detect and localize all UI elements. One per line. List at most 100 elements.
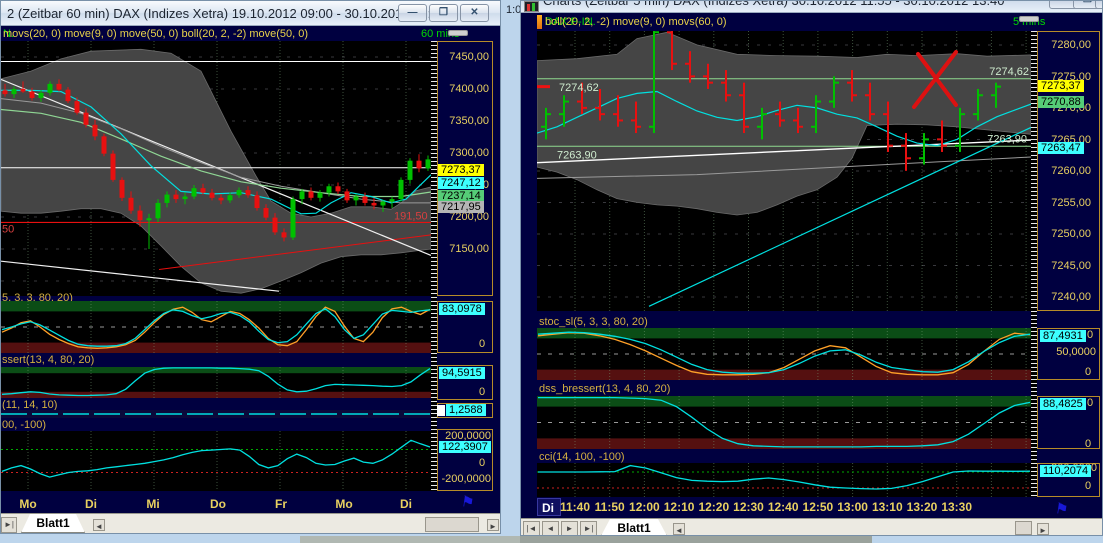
axis-top-fragment: 0 (1087, 329, 1094, 341)
window-chart-icon (524, 1, 539, 12)
price-marker-yellow: 7273,37 (1038, 80, 1084, 92)
axis-mid: 50,0000 (1056, 346, 1096, 358)
minimize-button[interactable]: — (398, 4, 427, 22)
svg-text:191,50: 191,50 (394, 210, 428, 222)
active-chart-marker (537, 15, 542, 29)
sheet-tab-blatt1[interactable]: Blatt1 (601, 519, 667, 536)
left-tab-bar: ►| Blatt1 ◄ ► (1, 513, 500, 533)
time-axis-label: 13:20 (906, 500, 938, 514)
right-window-title: Charts (Zeitbar 5 min) DAX (Indizes Xetr… (543, 0, 1005, 8)
day-axis-label: Mi (146, 497, 160, 511)
h-scrollbar-thumb[interactable] (425, 517, 479, 532)
mini-scroll-thumb[interactable] (1019, 16, 1039, 22)
axis-bottom: 0 (1085, 366, 1092, 378)
close-button[interactable]: ✕ (460, 4, 489, 22)
svg-text:7263,90: 7263,90 (557, 149, 597, 161)
price-axis-label: 7350,00 (449, 115, 489, 127)
time-axis-label: 11:40 (559, 500, 591, 514)
pane-label-cci: cci(14, 100, -100) (539, 451, 625, 463)
price-axis-label: 7450,00 (449, 51, 489, 63)
time-axis-label: 12:00 (629, 500, 660, 514)
axis-top-fragment: 0 (1087, 397, 1094, 409)
pin-icon[interactable]: ⚑ (1054, 499, 1070, 519)
price-marker-cyan: 7247,12 (438, 177, 484, 189)
time-axis-label: 12:40 (767, 500, 799, 514)
day-axis-label: Mo (335, 497, 353, 511)
pane-label-dss: ssert(13, 4, 80, 20) (2, 354, 95, 366)
time-axis-label: 12:30 (733, 500, 764, 514)
price-axis-label: 7300,00 (449, 147, 489, 159)
time-axis-label: 13:10 (871, 500, 903, 514)
right-stoc-plot[interactable] (537, 328, 1031, 380)
restore-button[interactable]: ❐ (429, 4, 458, 22)
right-tab-bar: |◄ ◄ ► ►| Blatt1 ◄ ► (521, 518, 1102, 536)
left-stoc-plot[interactable] (1, 301, 431, 353)
scroll-right-button[interactable]: ► (487, 519, 499, 531)
close-button[interactable]: ✕ (1095, 1, 1102, 9)
day-axis-label: Do (210, 497, 226, 511)
left-dss-plot[interactable] (1, 367, 431, 398)
price-axis-label: 7245,00 (1051, 259, 1091, 272)
day-axis-label: Di (85, 497, 97, 511)
right-chart-window: Charts (Zeitbar 5 min) DAX (Indizes Xetr… (520, 0, 1103, 536)
scroll-left-button[interactable]: ◄ (673, 523, 685, 535)
tab-last-button[interactable]: ►| (580, 521, 597, 535)
price-axis-label: 7240,00 (1051, 291, 1091, 303)
time-axis-label: 13:00 (837, 500, 868, 514)
right-main-chart-plot[interactable]: 7274,62 7263,90 7274,62 7263,90 (537, 31, 1031, 311)
dss-value-chip: 94,5915 (439, 367, 485, 379)
price-axis-label: 7255,00 (1051, 196, 1091, 209)
axis-bottom: 0 (1085, 480, 1092, 492)
day-axis-label: Fr (275, 497, 287, 511)
time-axis-label: 12:20 (698, 500, 730, 514)
pane-label-cci: 00, -100) (2, 419, 47, 431)
tab-last-button[interactable]: ►| (1, 517, 17, 533)
price-axis-label: 7400,00 (449, 83, 489, 95)
tab-next-button[interactable]: ► (561, 521, 578, 535)
price-marker-green: 7270,88 (1038, 96, 1084, 108)
left-ratio-plot[interactable] (1, 410, 431, 418)
mini-scroll-thumb[interactable] (448, 30, 468, 36)
pin-icon[interactable]: ⚑ (460, 492, 476, 512)
scroll-left-button[interactable]: ◄ (93, 519, 105, 531)
indicator-list: boll(20, 2, -2) move(9, 0) movs(60, 0) (545, 16, 727, 28)
price-axis-label: 7250,00 (1051, 228, 1091, 240)
day-axis-label: Di (400, 497, 412, 511)
price-axis-label: 7280,00 (1051, 39, 1091, 51)
price-marker-gray: 7217,95 (438, 201, 484, 213)
svg-text:50: 50 (2, 223, 14, 235)
pane-label-stoc-sl: stoc_sl(5, 3, 3, 80, 20) (539, 316, 648, 328)
ratio-value-chip: 1,2588 (446, 404, 486, 416)
sheet-tab-blatt1[interactable]: Blatt1 (21, 514, 85, 533)
background-window-fragment (300, 536, 520, 543)
left-chart-window: 2 (Zeitbar 60 min) DAX (Indizes Xetra) 1… (0, 0, 501, 534)
indicator-list: movs(20, 0) move(9, 0) move(50, 0) boll(… (3, 28, 309, 40)
time-axis-label: 12:50 (802, 500, 834, 514)
svg-text:7274,62: 7274,62 (989, 66, 1029, 78)
scroll-right-button[interactable]: ► (1037, 523, 1049, 535)
svg-text:7274,62: 7274,62 (559, 82, 599, 94)
background-window-fragment (520, 536, 872, 543)
stoc-value-chip: 87,4931 (1040, 330, 1086, 342)
right-cci-plot[interactable] (537, 463, 1031, 497)
scroll-end-block (437, 405, 445, 416)
tab-first-button[interactable]: |◄ (523, 521, 540, 535)
cci-value-chip: 122,3907 (439, 441, 491, 453)
axis-bottom: 0 (1085, 438, 1092, 450)
axis-bottom: 0 (479, 338, 486, 350)
price-axis-label: 7260,00 (1051, 165, 1091, 177)
left-window-title: 2 (Zeitbar 60 min) DAX (Indizes Xetra) 1… (7, 6, 446, 21)
right-window-titlebar[interactable]: Charts (Zeitbar 5 min) DAX (Indizes Xetr… (521, 0, 1102, 13)
time-axis-label: 12:10 (663, 500, 695, 514)
left-cci-plot[interactable] (1, 431, 431, 491)
desktop: 1:00 2 (Zeitbar 60 min) DAX (Indizes Xet… (0, 0, 1103, 543)
h-scrollbar-thumb[interactable] (1015, 521, 1032, 535)
left-main-chart-plot[interactable]: 191,50 50 (1, 41, 431, 296)
price-marker-cyan: 7263,47 (1038, 142, 1084, 154)
svg-text:7263,90: 7263,90 (987, 133, 1027, 145)
price-axis-label: 7150,00 (449, 243, 489, 255)
axis-mid: 0 (479, 457, 486, 469)
right-dss-plot[interactable] (537, 396, 1031, 449)
axis-bottom: 0 (479, 386, 486, 398)
tab-prev-button[interactable]: ◄ (542, 521, 559, 535)
